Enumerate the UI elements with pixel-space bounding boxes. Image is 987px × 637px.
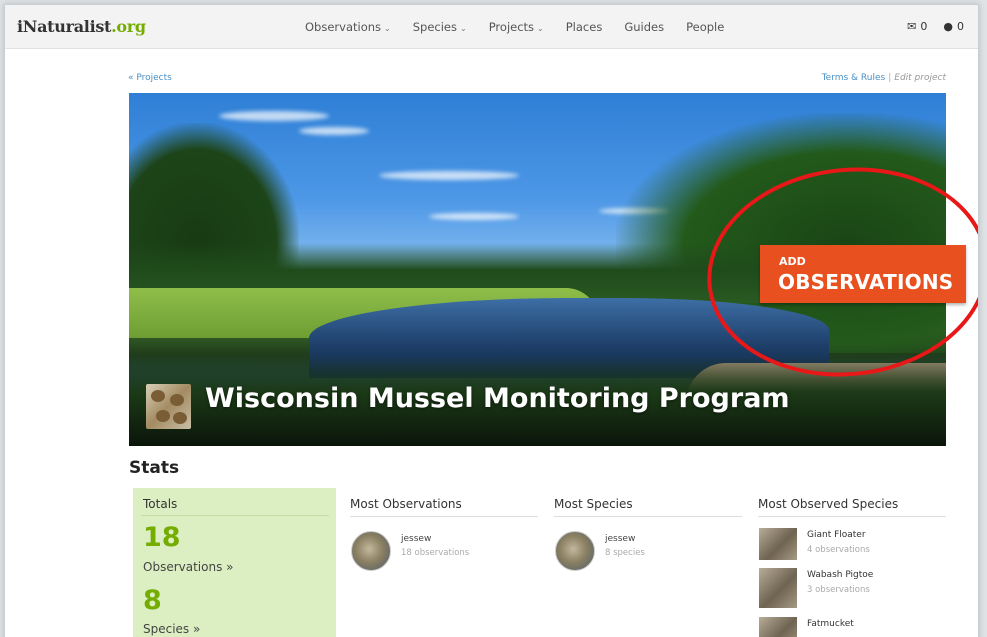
most-observations-heading: Most Observations: [350, 497, 462, 511]
mussel-shape: [151, 390, 165, 402]
species-photo[interactable]: [759, 528, 797, 560]
totals-label: Totals: [143, 497, 178, 511]
top-navbar: iNaturalist.org Observations ⌄ Species ⌄ P…: [5, 5, 978, 49]
species-name[interactable]: Fatmucket: [807, 619, 854, 629]
species-photo[interactable]: [759, 568, 797, 608]
top-species-user-count: 8 species: [605, 548, 645, 558]
avatar[interactable]: [555, 531, 595, 571]
browser-frame: iNaturalist.org Observations ⌄ Species ⌄ P…: [4, 4, 979, 637]
observations-count: 18: [143, 522, 181, 553]
top-species-user-name[interactable]: jessew: [605, 534, 635, 544]
most-species-heading: Most Species: [554, 497, 633, 511]
notifications-button[interactable]: ● 0: [943, 20, 964, 33]
logo-tld: .org: [111, 17, 146, 36]
top-observer-count: 18 observations: [401, 548, 470, 558]
speech-bubble-icon: ●: [943, 20, 953, 33]
chevron-down-icon: ⌄: [537, 24, 544, 33]
chevron-down-icon: ⌄: [384, 24, 391, 33]
messages-count: 0: [920, 20, 928, 33]
top-observer-name[interactable]: jessew: [401, 534, 431, 544]
notifications-count: 0: [957, 20, 964, 33]
divider: [141, 515, 329, 516]
species-count-text: 4 observations: [807, 545, 870, 555]
stats-heading: Stats: [129, 458, 180, 478]
totals-panel: Totals 18 Observations » 8 Species »: [133, 488, 336, 637]
add-observations-big-label: OBSERVATIONS: [778, 270, 954, 294]
nav-observations[interactable]: Observations ⌄: [305, 20, 391, 34]
nav-observations-label: Observations: [305, 20, 382, 34]
terms-rules-link[interactable]: Terms & Rules: [822, 73, 886, 83]
project-links: Terms & Rules | Edit project: [822, 73, 946, 83]
envelope-icon: ✉: [907, 20, 917, 33]
main-nav: Observations ⌄ Species ⌄ Projects ⌄ Places …: [305, 20, 746, 34]
nav-people-label: People: [686, 20, 725, 34]
observations-link[interactable]: Observations »: [143, 560, 233, 574]
project-title: Wisconsin Mussel Monitoring Program: [205, 383, 790, 414]
mussel-shape: [156, 410, 170, 422]
divider: [350, 516, 538, 517]
nav-places-label: Places: [565, 20, 603, 34]
logo-name: iNaturalist: [17, 17, 112, 36]
species-name[interactable]: Wabash Pigtoe: [807, 570, 873, 580]
nav-guides[interactable]: Guides: [624, 20, 664, 34]
cloud: [219, 111, 329, 121]
nav-guides-label: Guides: [624, 20, 665, 34]
cloud: [299, 127, 369, 135]
most-observations-column: Most Observations: [350, 497, 538, 517]
add-observations-small-label: ADD: [779, 255, 806, 268]
mussel-shape: [170, 394, 184, 406]
divider: [758, 516, 946, 517]
most-observed-species-column: Most Observed Species: [758, 497, 946, 517]
avatar[interactable]: [351, 531, 391, 571]
project-icon: [146, 384, 191, 429]
nav-places[interactable]: Places: [566, 20, 603, 34]
edit-project-link[interactable]: Edit project: [894, 73, 946, 83]
link-separator: |: [888, 73, 892, 83]
cloud: [379, 171, 519, 180]
site-logo[interactable]: iNaturalist.org: [17, 17, 146, 36]
divider: [554, 516, 742, 517]
nav-projects[interactable]: Projects ⌄: [489, 20, 544, 34]
nav-right: ✉ 0 ● 0: [907, 20, 964, 33]
species-name[interactable]: Giant Floater: [807, 530, 866, 540]
mussel-shape: [173, 412, 187, 424]
nav-species-label: Species: [412, 20, 457, 34]
most-species-column: Most Species: [554, 497, 742, 517]
chevron-down-icon: ⌄: [460, 24, 467, 33]
cloud: [429, 213, 519, 220]
nav-people[interactable]: People: [686, 20, 724, 34]
messages-button[interactable]: ✉ 0: [907, 20, 927, 33]
species-count: 8: [143, 585, 162, 616]
add-observations-button[interactable]: ADD OBSERVATIONS: [760, 245, 966, 303]
species-photo[interactable]: [759, 617, 797, 637]
nav-projects-label: Projects: [488, 20, 535, 34]
most-observed-species-heading: Most Observed Species: [758, 497, 899, 511]
nav-species[interactable]: Species ⌄: [413, 20, 467, 34]
species-link[interactable]: Species »: [143, 622, 200, 636]
back-to-projects-link[interactable]: « Projects: [128, 73, 172, 83]
species-count-text: 3 observations: [807, 585, 870, 595]
